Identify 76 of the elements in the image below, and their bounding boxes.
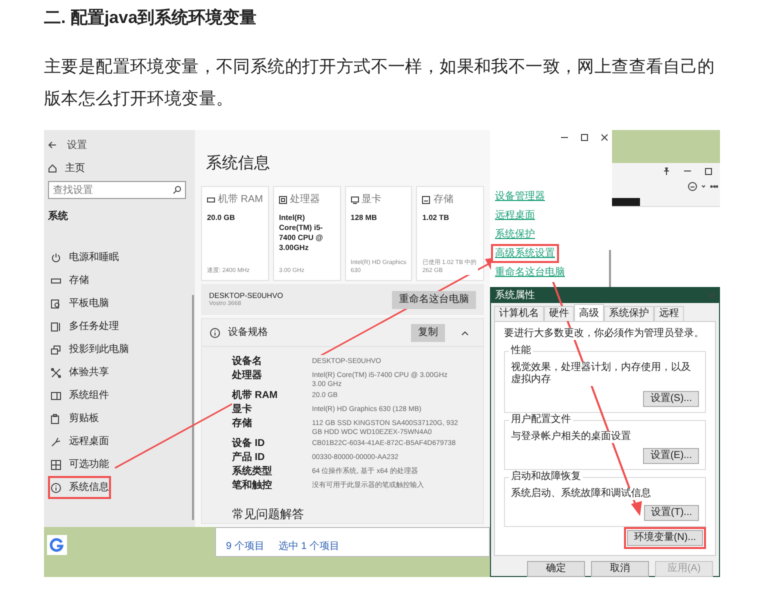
status-text: 选中 1 个项目 xyxy=(278,540,340,554)
copy-button[interactable]: 复制 xyxy=(411,324,445,342)
section-heading: 系统 xyxy=(48,210,69,223)
scrollbar[interactable] xyxy=(192,295,194,520)
article-heading: 二. 配置java到系统环境变量 xyxy=(44,7,258,29)
article-paragraph: 主要是配置环境变量，不同系统的打开方式不一样，如果和我不一致，网上查查看自己的版本怎么打开环境变量。 xyxy=(44,56,716,110)
chevron-up-icon[interactable] xyxy=(461,330,469,336)
tablet-icon xyxy=(51,298,61,308)
nav-item[interactable]: 剪贴板 xyxy=(48,407,101,430)
tab[interactable]: 计算机名 xyxy=(494,306,544,321)
environment-variables-button[interactable]: 环境变量(N)... xyxy=(626,530,703,546)
dialog-title: 系统属性 xyxy=(495,288,535,303)
close-icon xyxy=(601,134,608,141)
group-description: 系统启动、系统故障和调试信息 xyxy=(511,488,651,500)
card-label: 存储 xyxy=(433,192,454,207)
info-icon xyxy=(51,482,61,492)
tab[interactable]: 硬件 xyxy=(544,306,574,321)
remote-icon xyxy=(51,436,61,446)
card-label: 机带 RAM xyxy=(218,192,263,207)
faq-heading: 常见问题解答 xyxy=(232,506,305,523)
window-title: 设置 xyxy=(67,138,87,152)
search-icon xyxy=(173,186,181,194)
info-icon xyxy=(210,328,220,338)
nav-item[interactable]: 多任务处理 xyxy=(48,315,121,338)
multitask-icon xyxy=(51,322,61,332)
toolbar-strip xyxy=(612,198,640,206)
drive-icon xyxy=(51,276,61,286)
specs-title: 设备规格 xyxy=(228,326,269,340)
page-title: 系统信息 xyxy=(206,154,271,174)
spec-label: 设备名 xyxy=(232,355,312,369)
rename-button[interactable]: 重命名这台电脑 xyxy=(392,290,476,308)
panel-icon xyxy=(51,390,61,400)
maximize-icon xyxy=(581,134,588,141)
nav-item[interactable]: 系统组件 xyxy=(48,384,111,407)
nav-item[interactable]: 体验共享 xyxy=(48,361,111,384)
grid-icon xyxy=(51,460,61,470)
tab[interactable]: 远程 xyxy=(654,306,684,321)
group-title: 用户配置文件 xyxy=(509,414,573,426)
pin-icon xyxy=(663,167,670,175)
status-text: 9 个项目 xyxy=(226,540,264,554)
home-icon xyxy=(48,164,57,172)
maximize-icon xyxy=(705,167,712,175)
nav-item[interactable]: 系统信息 xyxy=(48,476,111,499)
power-icon xyxy=(51,252,61,262)
clipboard-icon xyxy=(51,414,61,424)
dialog-button[interactable]: 确定 xyxy=(527,561,585,577)
settings-button[interactable]: 设置(E)... xyxy=(643,448,699,464)
memory-icon xyxy=(207,196,215,204)
chip-icon xyxy=(279,196,287,204)
back-arrow-icon xyxy=(48,141,57,149)
nav-item[interactable]: 远程桌面 xyxy=(48,430,111,453)
nav-item[interactable]: 平板电脑 xyxy=(48,292,111,315)
search-field[interactable]: 查找设置 xyxy=(48,181,186,199)
dialog-button[interactable]: 取消 xyxy=(591,561,649,577)
google-icon xyxy=(47,535,67,555)
more-icon xyxy=(710,182,718,191)
card-label: 处理器 xyxy=(290,192,320,207)
settings-button[interactable]: 设置(T)... xyxy=(644,505,699,521)
emoji-icon xyxy=(688,182,697,191)
close-icon xyxy=(708,292,715,299)
share-icon xyxy=(51,368,61,378)
nav-item[interactable]: 可选功能 xyxy=(48,453,111,476)
nav-item[interactable]: 投影到此电脑 xyxy=(48,338,131,361)
nav-item[interactable]: 电源和睡眠 xyxy=(48,246,121,269)
minimize-icon xyxy=(561,134,568,141)
group-title: 启动和故障恢复 xyxy=(509,471,583,483)
nav-item[interactable]: 存储 xyxy=(48,269,91,292)
display-icon xyxy=(350,196,359,204)
screens-icon xyxy=(51,344,61,354)
group-title: 性能 xyxy=(509,345,533,357)
card-label: 显卡 xyxy=(362,192,382,207)
tab[interactable]: 高级 xyxy=(574,304,604,321)
settings-button[interactable]: 设置(S)... xyxy=(643,391,699,407)
tab[interactable]: 系统保护 xyxy=(604,306,654,321)
group-description: 与登录帐户相关的桌面设置 xyxy=(511,431,631,443)
home-link[interactable]: 主页 xyxy=(65,160,85,176)
